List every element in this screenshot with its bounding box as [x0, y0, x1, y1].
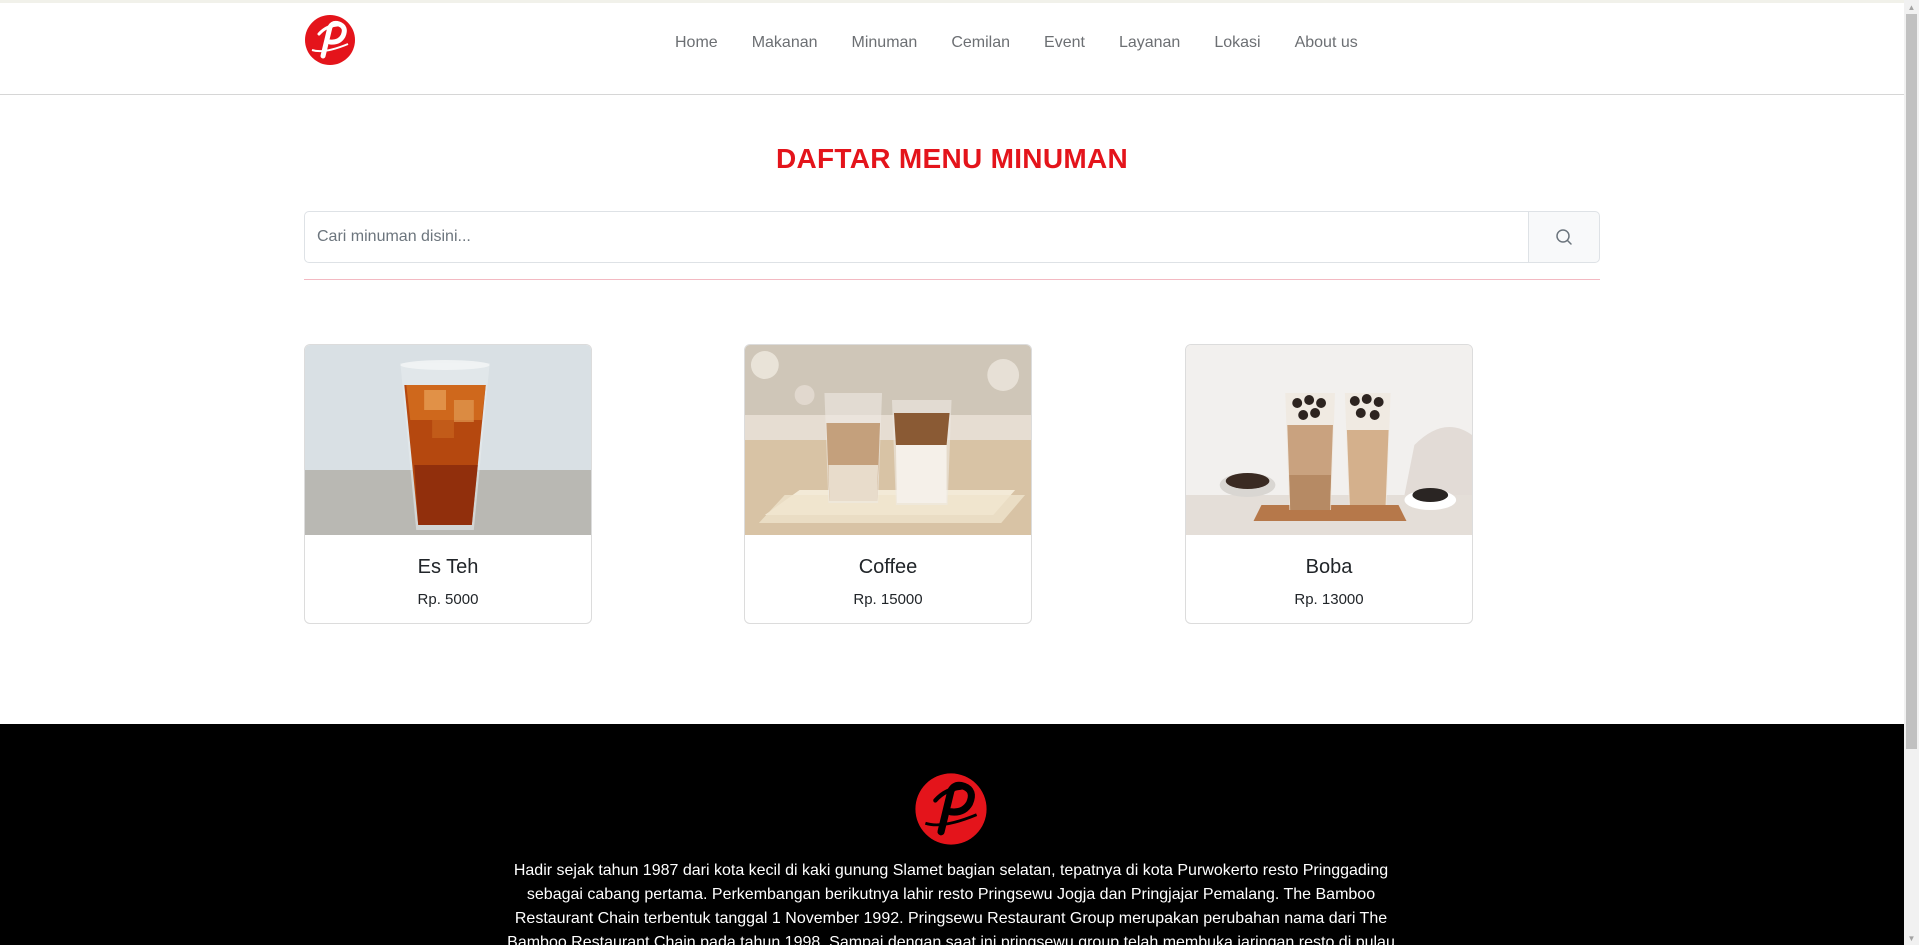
- page-title: DAFTAR MENU MINUMAN: [775, 143, 1129, 174]
- product-name: Es Teh: [417, 556, 479, 578]
- brand-logo[interactable]: [304, 14, 356, 66]
- main-nav: Home Makanan Minuman Cemilan Event Layanan Lok…: [658, 31, 1375, 55]
- product-price: Rp. 13000: [1294, 591, 1364, 608]
- product-price: Rp. 5000: [417, 591, 479, 608]
- product-name: Coffee: [858, 556, 918, 578]
- scroll-down-icon[interactable]: ▼: [1904, 931, 1919, 945]
- logo-icon: [305, 15, 355, 65]
- search-button[interactable]: [1528, 211, 1600, 263]
- iced-coffee-photo: [745, 345, 1031, 535]
- product-card-boba[interactable]: Boba Rp. 13000: [1185, 344, 1473, 624]
- nav-makanan[interactable]: Makanan: [735, 31, 835, 55]
- nav-layanan[interactable]: Layanan: [1102, 31, 1197, 55]
- search-input[interactable]: [304, 211, 1528, 263]
- product-card-es-teh[interactable]: Es Teh Rp. 5000: [304, 344, 592, 624]
- nav-event[interactable]: Event: [1027, 31, 1102, 55]
- nav-about-us[interactable]: About us: [1278, 31, 1375, 55]
- product-card-coffee[interactable]: Coffee Rp. 15000: [744, 344, 1032, 624]
- search-divider: [304, 279, 1600, 280]
- product-price: Rp. 15000: [853, 591, 923, 608]
- footer-about-text: Hadir sejak tahun 1987 dari kota kecil d…: [507, 862, 1395, 945]
- nav-cemilan[interactable]: Cemilan: [934, 31, 1027, 55]
- logo-icon: [915, 773, 987, 845]
- site-footer: Hadir sejak tahun 1987 dari kota kecil d…: [0, 724, 1904, 945]
- search-icon: [1556, 229, 1572, 245]
- product-name: Boba: [1305, 556, 1353, 578]
- boba-tea-photo: [1186, 345, 1472, 535]
- page-scrollbar[interactable]: ▲ ▼: [1904, 0, 1919, 945]
- nav-home[interactable]: Home: [658, 31, 735, 55]
- nav-lokasi[interactable]: Lokasi: [1197, 31, 1277, 55]
- site-header: Home Makanan Minuman Cemilan Event Layanan Lok…: [0, 3, 1904, 95]
- footer-logo[interactable]: [914, 772, 988, 846]
- scroll-thumb[interactable]: [1906, 14, 1917, 749]
- search-bar: [304, 211, 1600, 263]
- iced-tea-photo: [305, 345, 591, 535]
- nav-minuman[interactable]: Minuman: [835, 31, 935, 55]
- scroll-up-icon[interactable]: ▲: [1904, 0, 1919, 14]
